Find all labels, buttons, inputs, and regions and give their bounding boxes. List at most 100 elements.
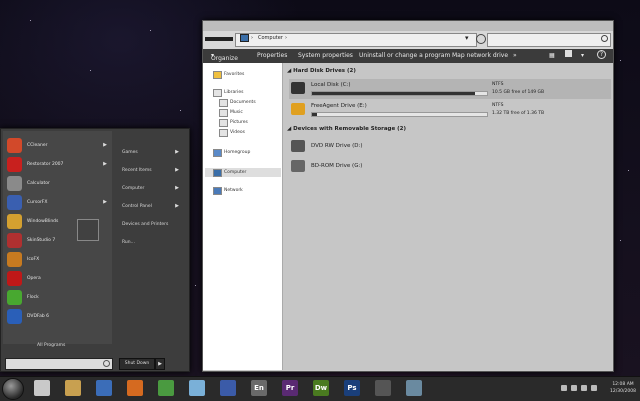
photoshop-icon[interactable]: Ps <box>344 380 360 396</box>
all-programs-button[interactable]: All Programs <box>37 343 65 348</box>
drive-free-space: 1.32 TB free of 1.36 TB <box>492 111 545 116</box>
start-right-item[interactable]: Devices and Printers <box>122 222 168 227</box>
tray-network-icon[interactable] <box>571 385 577 391</box>
nav-videos[interactable]: Videos <box>230 130 245 135</box>
view-dropdown-icon[interactable]: ▾ <box>581 52 588 59</box>
notes-icon[interactable] <box>34 380 50 396</box>
nav-favorites[interactable]: Favorites <box>224 72 244 77</box>
command-bar: Organize ▾ Properties System properties … <box>203 49 613 63</box>
nav-computer[interactable]: Computer <box>224 170 246 175</box>
start-orb-button[interactable] <box>2 378 24 400</box>
drive-filesystem: NTFS <box>492 103 504 108</box>
title-bar[interactable] <box>203 21 613 31</box>
back-forward-buttons[interactable] <box>205 37 233 41</box>
tray-flag-icon[interactable] <box>561 385 567 391</box>
explorer-icon[interactable] <box>189 380 205 396</box>
program-item[interactable]: Opera <box>5 270 113 288</box>
group-hard-disks[interactable]: ◢ Hard Disk Drives (2) <box>287 68 356 74</box>
more-commands-button[interactable]: » <box>513 52 517 59</box>
start-right-item[interactable]: Computer <box>122 186 144 191</box>
tray-volume-icon[interactable] <box>581 385 587 391</box>
nav-music[interactable]: Music <box>230 110 243 115</box>
start-right-item[interactable]: Control Panel <box>122 204 152 209</box>
shutdown-options-button[interactable]: ▶ <box>155 358 165 370</box>
dreamweaver-icon[interactable]: Dw <box>313 380 329 396</box>
chrome-icon[interactable] <box>158 380 174 396</box>
premiere-icon[interactable]: Pr <box>282 380 298 396</box>
videos-icon <box>219 129 228 137</box>
breadcrumb-chevron-icon[interactable]: › <box>285 35 287 41</box>
thunderbird-icon[interactable] <box>96 380 112 396</box>
history-dropdown-icon[interactable]: ▾ <box>465 34 469 42</box>
program-icon <box>7 195 22 210</box>
search-icon <box>103 360 110 367</box>
program-icon <box>7 309 22 324</box>
search-icon[interactable] <box>601 35 608 42</box>
program-item[interactable]: Restorator 2007 ▶ <box>5 156 113 174</box>
drive-name: BD-ROM Drive (G:) <box>311 163 363 169</box>
address-bar: › Computer › ▾ <box>203 31 613 50</box>
homegroup-icon <box>213 149 222 157</box>
computer-icon <box>240 34 249 42</box>
nav-pictures[interactable]: Pictures <box>230 120 248 125</box>
program-item[interactable]: DVDFab 6 <box>5 308 113 326</box>
program-label: Flock <box>27 295 39 300</box>
shutdown-button[interactable]: Shut Down <box>119 358 155 370</box>
view-options-icon[interactable]: ▦ <box>549 52 556 59</box>
search-input[interactable] <box>487 33 611 47</box>
mail-icon[interactable] <box>65 380 81 396</box>
submenu-arrow-icon: ▶ <box>103 199 107 205</box>
taskbar-clock[interactable]: 12:08 AM 12/30/2008 <box>610 381 636 395</box>
program-label: IcoFX <box>27 257 40 262</box>
encore-icon[interactable]: En <box>251 380 267 396</box>
start-menu: CCleaner ▶ Restorator 2007 ▶ Calculator Curso… <box>0 128 190 372</box>
refresh-icon[interactable] <box>476 34 486 44</box>
nav-libraries[interactable]: Libraries <box>224 90 243 95</box>
program-label: CursorFX <box>27 200 48 205</box>
drive-bd-rom-g[interactable]: BD-ROM Drive (G:) <box>289 157 611 177</box>
start-search-input[interactable] <box>5 358 113 370</box>
network-tool-icon[interactable] <box>406 380 422 396</box>
places-list: Games ▶ Recent Items ▶ Computer ▶ Control Pane… <box>114 131 187 353</box>
submenu-arrow-icon: ▶ <box>103 142 107 148</box>
start-right-item[interactable]: Recent Items <box>122 168 152 173</box>
system-properties-button[interactable]: System properties <box>298 52 353 59</box>
clock-date: 12/30/2008 <box>610 389 636 394</box>
favorites-star-icon <box>213 71 222 79</box>
star-icon[interactable] <box>127 380 143 396</box>
uninstall-button[interactable]: Uninstall or change a program <box>359 52 450 59</box>
pictures-icon <box>219 119 228 127</box>
program-label: SkinStudio 7 <box>27 238 56 243</box>
nav-homegroup[interactable]: Homegroup <box>224 150 250 155</box>
breadcrumb-chevron-icon[interactable]: › <box>251 35 253 41</box>
tray-battery-icon[interactable] <box>591 385 597 391</box>
program-item[interactable]: CursorFX ▶ <box>5 194 113 212</box>
drive-freeagent-e[interactable]: FreeAgent Drive (E:) NTFS 1.32 TB free o… <box>289 100 611 120</box>
start-right-item[interactable]: Run... <box>122 240 135 245</box>
computer-icon <box>213 169 222 177</box>
start-right-item[interactable]: Games <box>122 150 138 155</box>
breadcrumb-computer[interactable]: Computer <box>258 35 283 41</box>
help-icon[interactable]: ? <box>597 50 606 59</box>
properties-button[interactable]: Properties <box>257 52 287 59</box>
program-icon <box>7 176 22 191</box>
word-icon[interactable] <box>220 380 236 396</box>
group-removable[interactable]: ◢ Devices with Removable Storage (2) <box>287 126 406 132</box>
drive-name: DVD RW Drive (D:) <box>311 143 363 149</box>
media-icon[interactable] <box>375 380 391 396</box>
nav-documents[interactable]: Documents <box>230 100 256 105</box>
program-item[interactable]: IcoFX <box>5 251 113 269</box>
drive-dvd-rw-d[interactable]: DVD RW Drive (D:) <box>289 137 611 157</box>
submenu-arrow-icon: ▶ <box>175 167 179 173</box>
nav-network[interactable]: Network <box>224 188 243 193</box>
drive-local-disk-c[interactable]: Local Disk (C:) NTFS 10.5 GB free of 149… <box>289 79 611 99</box>
program-label: Restorator 2007 <box>27 162 64 167</box>
preview-pane-icon[interactable] <box>565 50 572 57</box>
program-item[interactable]: Calculator <box>5 175 113 193</box>
organize-button[interactable]: Organize ▾ <box>211 52 238 62</box>
drive-filesystem: NTFS <box>492 82 504 87</box>
program-item[interactable]: CCleaner ▶ <box>5 137 113 155</box>
map-network-drive-button[interactable]: Map network drive <box>452 52 508 59</box>
program-item[interactable]: Flock <box>5 289 113 307</box>
file-list: ◢ Hard Disk Drives (2) Local Disk (C:) N… <box>283 63 612 370</box>
